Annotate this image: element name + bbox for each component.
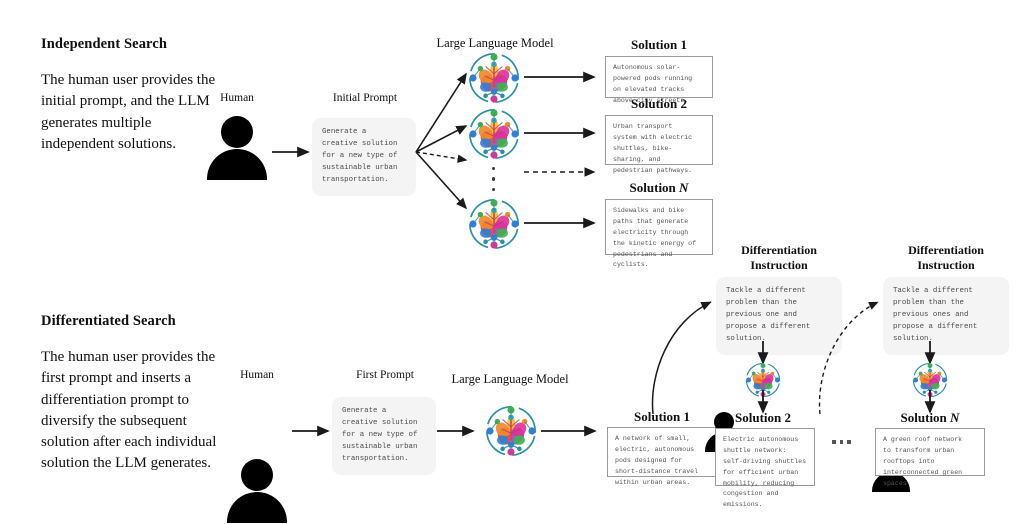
- arrow-llm-to-solution-bottom-1: [541, 425, 597, 437]
- llm-icon-top-2: [464, 104, 524, 164]
- solution-box-top-1[interactable]: Autonomous solar- powered pods running o…: [605, 56, 713, 104]
- first-prompt-bubble[interactable]: Generate a creative solution for a new t…: [332, 397, 436, 475]
- solution-label-bottom-2: Solution 2: [708, 410, 818, 426]
- solution-label-word: Solution: [631, 37, 678, 52]
- solution-label-word: Solution: [900, 410, 947, 425]
- arrow-prompt-to-llm-bottom: [437, 425, 475, 437]
- prompt-label-bottom: First Prompt: [356, 369, 414, 381]
- llm-label-top: Large Language Model: [436, 36, 554, 50]
- solution-label-top-2: Solution 2: [605, 96, 713, 112]
- section-description-differentiated-search: The human user provides the first prompt…: [41, 349, 217, 472]
- solution-box-bottom-n[interactable]: A green roof network to transform urban …: [875, 428, 985, 487]
- solution-label-index: N: [950, 410, 960, 425]
- vertical-ellipsis-llm: [492, 167, 496, 192]
- instruction-label-line2: Instruction: [750, 258, 808, 272]
- section-description-independent-search: The human user provides the initial prom…: [41, 72, 216, 152]
- solution-label-bottom-n: Solution N: [875, 410, 985, 426]
- horizontal-ellipsis-solutions: [832, 440, 851, 444]
- differentiation-instruction-label-1: Differentiation Instruction: [714, 243, 844, 273]
- solution-box-bottom-2[interactable]: Electric autonomous shuttle network: sel…: [715, 428, 815, 508]
- instruction-label-line1: Differentiation: [908, 243, 984, 257]
- differentiation-instruction-label-2: Differentiation Instruction: [881, 243, 1011, 273]
- section-title-independent-search: Independent Search: [41, 36, 168, 52]
- solution-label-index: 2: [784, 410, 792, 425]
- solution-label-word: Solution: [735, 410, 782, 425]
- solution-label-top-1: Solution 1: [605, 37, 713, 53]
- prompt-label-top: Initial Prompt: [332, 92, 398, 104]
- solution-label-word: Solution: [631, 96, 678, 111]
- solution-label-index: 1: [680, 37, 688, 52]
- arrow-llm-to-solution-1: [524, 71, 596, 83]
- figure-canvas: Independent Search The human user provid…: [0, 0, 1024, 524]
- human-icon-bottom: [226, 459, 288, 523]
- instruction-label-line1: Differentiation: [741, 243, 817, 257]
- instruction-label-line2: Instruction: [917, 258, 975, 272]
- differentiation-instruction-bubble-2[interactable]: Tackle a different problem than the prev…: [883, 277, 1009, 355]
- arrow-llm-to-solution-n: [524, 217, 596, 229]
- llm-icon-top-1: [464, 48, 524, 108]
- llm-icon-bottom-main: [481, 401, 541, 461]
- llm-icon-top-3: [464, 194, 524, 254]
- llm-label-bottom: Large Language Model: [451, 372, 569, 386]
- solution-label-index: N: [679, 180, 689, 195]
- solution-box-bottom-1[interactable]: A network of small, electric, autonomous…: [607, 427, 717, 486]
- section-title-differentiated-search: Differentiated Search: [41, 313, 176, 329]
- solution-label-word: Solution: [629, 180, 676, 195]
- solution-label-index: 2: [680, 96, 688, 111]
- initial-prompt-bubble[interactable]: Generate a creative solution for a new t…: [312, 118, 416, 196]
- solution-box-top-n[interactable]: Sidewalks and bike paths that generate e…: [605, 199, 713, 268]
- arrow-llm-to-solution-2: [524, 127, 596, 139]
- human-label-bottom: Human: [240, 369, 274, 381]
- solution-label-top-n: Solution N: [605, 180, 713, 196]
- arrow-llm-to-solution-dashed: [524, 167, 596, 177]
- human-icon-top: [206, 116, 268, 180]
- human-label-top: Human: [220, 92, 254, 104]
- solution-box-top-2[interactable]: Urban transport system with electric shu…: [605, 115, 713, 174]
